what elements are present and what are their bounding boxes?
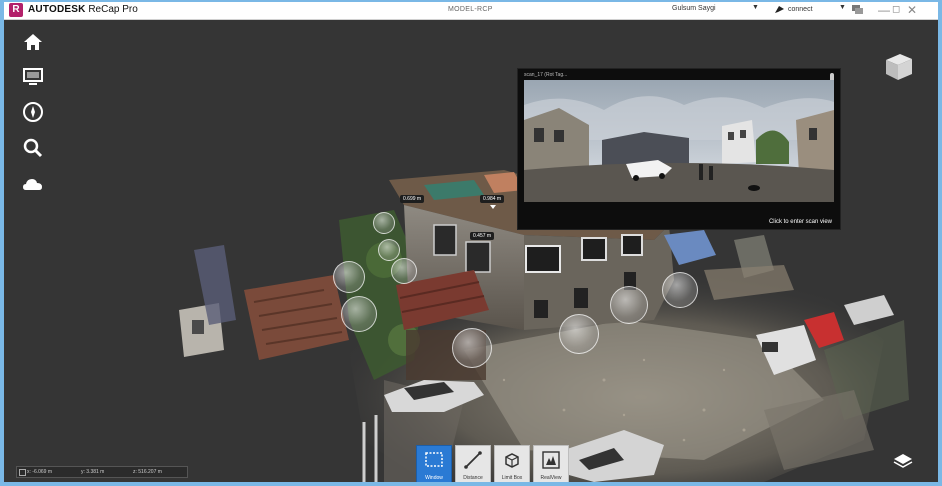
tool-label: Limit Box [501, 475, 523, 481]
coord-z: z: 516.207 m [133, 469, 162, 475]
minimize-button[interactable]: — [878, 2, 890, 18]
scan-location-bubble[interactable] [378, 239, 400, 261]
measurement-label[interactable]: 0.457 m [470, 232, 495, 240]
pin-icon[interactable] [830, 73, 834, 80]
panorama-preview-image [524, 80, 834, 202]
distance-measure-icon [464, 451, 482, 469]
cloud-icon[interactable] [21, 172, 45, 196]
close-button[interactable]: ✕ [907, 2, 917, 18]
window-select-icon [425, 452, 443, 467]
user-name: Gulsum Saygi [672, 5, 716, 12]
enter-scan-view-link[interactable]: Click to enter scan view [769, 219, 832, 225]
scan-location-bubble[interactable] [559, 314, 599, 354]
search-icon[interactable] [21, 136, 45, 160]
app-name: AUTODESK ReCap Pro [28, 4, 138, 15]
measurement-arrow-icon [490, 205, 496, 209]
point-cloud-viewport[interactable]: 0.699 m 0.984 m 0.457 m scan_17 (Rot Tag… [4, 20, 938, 482]
home-icon[interactable] [21, 30, 45, 54]
tool-label: RealView [540, 475, 562, 481]
connect-menu[interactable]: connect [788, 6, 813, 13]
scan-name-label: scan_17 (Rot Tag... [524, 72, 568, 78]
distance-button[interactable]: Distance [455, 445, 491, 482]
chat-icon[interactable] [852, 5, 864, 15]
limit-box-icon [505, 453, 519, 468]
coord-x: x: -6.069 m [27, 469, 53, 475]
bottom-toolbar: Window Distance Limit Box RealView [416, 445, 572, 482]
realview-button[interactable]: RealView [533, 445, 569, 482]
app-product: ReCap Pro [88, 4, 138, 15]
connect-icon[interactable] [774, 5, 785, 14]
user-menu[interactable]: Gulsum Saygi [672, 5, 716, 12]
coordinate-readout: x: -6.069 m y: 3.381 m z: 516.207 m [16, 466, 188, 478]
coord-y: y: 3.381 m [81, 469, 105, 475]
measurement-label[interactable]: 0.984 m [480, 195, 505, 203]
display-settings-icon[interactable] [21, 64, 45, 88]
scan-location-bubble[interactable] [662, 272, 698, 308]
scan-location-bubble[interactable] [610, 286, 648, 324]
coordinate-system-icon[interactable] [19, 469, 26, 476]
recap-logo: R [9, 3, 23, 17]
layers-icon[interactable] [892, 450, 914, 472]
scan-location-bubble[interactable] [452, 328, 492, 368]
chevron-down-icon[interactable]: ▼ [839, 4, 846, 11]
measurement-label[interactable]: 0.699 m [400, 195, 425, 203]
scan-location-bubble[interactable] [341, 296, 377, 332]
navigation-compass-icon[interactable] [21, 100, 45, 124]
title-bar: R AUTODESK ReCap Pro MODEL-RCP Gulsum Sa… [4, 2, 938, 20]
tool-label: Window [425, 475, 443, 481]
limit-box-button[interactable]: Limit Box [494, 445, 530, 482]
recap-window: R AUTODESK ReCap Pro MODEL-RCP Gulsum Sa… [4, 2, 938, 482]
realview-icon [542, 451, 560, 469]
scan-preview-panel[interactable]: scan_17 (Rot Tag... Click to enter scan … [517, 68, 841, 230]
chevron-down-icon[interactable]: ▼ [752, 4, 759, 11]
restore-button[interactable]: ◻ [892, 2, 900, 18]
tool-label: Distance [463, 475, 483, 481]
document-title: MODEL-RCP [448, 6, 493, 13]
app-brand: AUTODESK [28, 4, 86, 15]
scan-location-bubble[interactable] [333, 261, 365, 293]
scan-location-bubble[interactable] [373, 212, 395, 234]
viewcube-icon[interactable] [882, 50, 914, 82]
scan-location-bubble[interactable] [391, 258, 417, 284]
window-select-button[interactable]: Window [416, 445, 452, 482]
